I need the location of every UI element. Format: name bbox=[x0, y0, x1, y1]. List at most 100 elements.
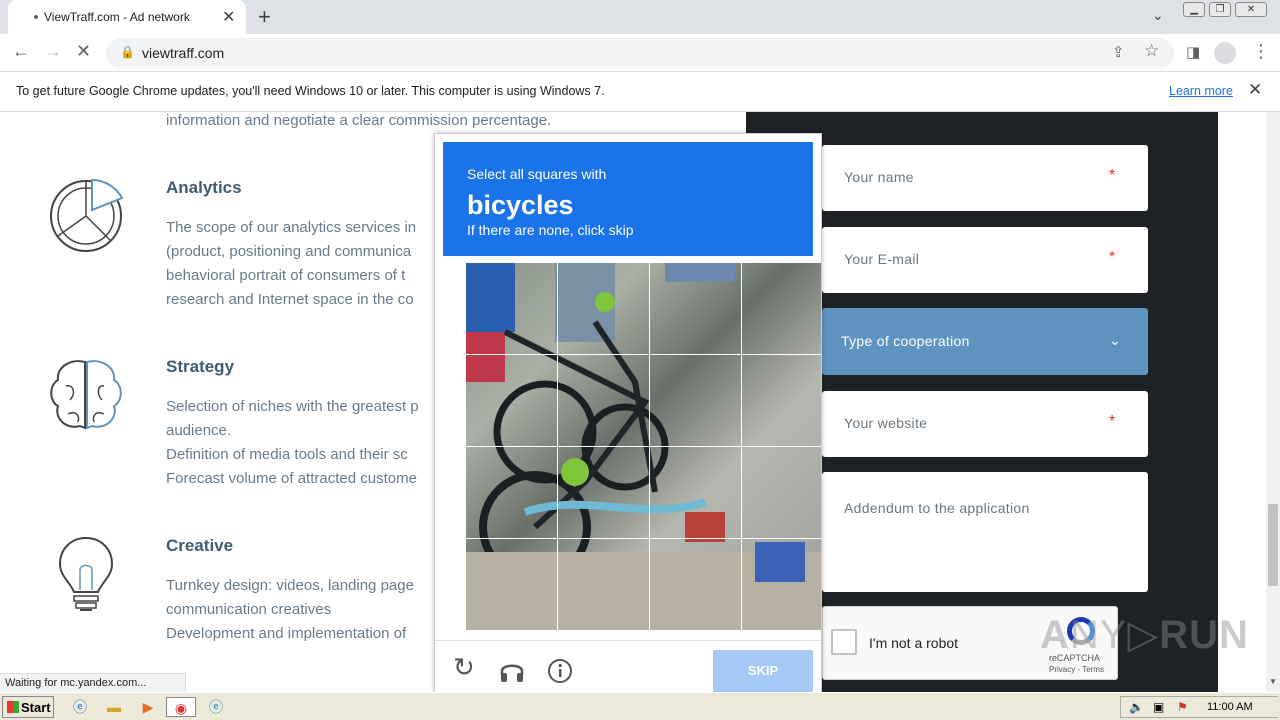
captcha-tile[interactable] bbox=[465, 446, 558, 539]
captcha-tile[interactable] bbox=[557, 354, 650, 447]
loading-icon bbox=[34, 15, 38, 19]
captcha-footer: ↻ SKIP bbox=[435, 640, 821, 692]
network-icon[interactable]: ▣ bbox=[1153, 700, 1164, 714]
section-title-analytics: Analytics bbox=[166, 178, 242, 197]
strategy-line: Forecast volume of attracted custome bbox=[166, 470, 417, 487]
system-tray: 🔈 ▣ ⚑ 11:00 AM bbox=[1120, 696, 1278, 718]
analytics-line: The scope of our analytics services in bbox=[166, 219, 417, 236]
chevron-down-icon: ⌄ bbox=[1109, 332, 1121, 348]
captcha-hint: If there are none, click skip bbox=[467, 222, 634, 238]
watermark-logo: ANY▷RUN bbox=[1040, 613, 1249, 657]
taskbar-clock[interactable]: 11:00 AM bbox=[1207, 701, 1253, 713]
restore-icon[interactable]: ❐ bbox=[1209, 2, 1231, 17]
captcha-tile[interactable] bbox=[557, 538, 650, 631]
captcha-tile[interactable] bbox=[741, 354, 821, 447]
strategy-line: Definition of media tools and their sc bbox=[166, 446, 408, 463]
captcha-tile[interactable] bbox=[649, 354, 742, 447]
infobar-close-icon[interactable]: ✕ bbox=[1248, 80, 1262, 100]
status-bubble: Waiting for mc.yandex.com... bbox=[0, 673, 186, 692]
info-icon[interactable] bbox=[547, 658, 573, 684]
captcha-instruction: Select all squares with bbox=[467, 166, 607, 182]
captcha-tile[interactable] bbox=[741, 262, 821, 355]
profile-avatar-icon[interactable] bbox=[1214, 42, 1236, 64]
captcha-tile[interactable] bbox=[465, 262, 558, 355]
captcha-tile[interactable] bbox=[649, 538, 742, 631]
scrollbar-thumb[interactable] bbox=[1268, 504, 1278, 586]
brain-icon bbox=[50, 360, 122, 430]
captcha-tile[interactable] bbox=[741, 446, 821, 539]
strategy-line: audience. bbox=[166, 422, 232, 439]
new-tab-icon[interactable]: + bbox=[258, 4, 271, 30]
learn-more-link[interactable]: Learn more bbox=[1169, 84, 1233, 98]
strategy-line: Selection of niches with the greatest p bbox=[166, 398, 419, 415]
tab-strip: ViewTraff.com - Ad network ✕ + ⌄ ▁ ❐ ✕ bbox=[0, 0, 1280, 34]
cooperation-type-select[interactable]: Type of cooperation ⌄ bbox=[822, 308, 1148, 375]
start-label: Start bbox=[21, 700, 51, 715]
cooperation-type-label: Type of cooperation bbox=[841, 333, 970, 349]
required-mark: * bbox=[1109, 167, 1116, 184]
name-placeholder: Your name bbox=[844, 169, 914, 185]
tab-title: ViewTraff.com - Ad network bbox=[44, 10, 190, 24]
url-text[interactable]: viewtraff.com bbox=[142, 45, 224, 61]
chrome-taskbar-icon[interactable]: ◉ bbox=[166, 697, 196, 717]
tab-search-icon[interactable]: ⌄ bbox=[1152, 7, 1164, 24]
name-field[interactable]: Your name * bbox=[822, 145, 1148, 211]
volume-icon[interactable]: 🔈 bbox=[1129, 700, 1144, 714]
forward-icon[interactable]: → bbox=[44, 41, 62, 62]
edge-icon[interactable]: ⓔ bbox=[204, 697, 228, 717]
captcha-tile[interactable] bbox=[741, 538, 821, 631]
captcha-image-grid bbox=[465, 262, 821, 631]
captcha-challenge: Select all squares with bicycles If ther… bbox=[434, 133, 822, 693]
captcha-tile[interactable] bbox=[649, 446, 742, 539]
page-scrollbar[interactable]: ▼ bbox=[1266, 112, 1280, 692]
browser-toolbar: ← → ✕ 🔒 viewtraff.com ⇪ ☆ ◨ ⋮ bbox=[0, 34, 1280, 72]
tab-close-icon[interactable]: ✕ bbox=[222, 7, 235, 27]
recaptcha-checkbox[interactable] bbox=[831, 629, 857, 655]
addendum-textarea[interactable]: Addendum to the application bbox=[822, 472, 1148, 592]
share-icon[interactable]: ⇪ bbox=[1112, 43, 1125, 61]
website-field[interactable]: Your website * bbox=[822, 391, 1148, 457]
analytics-line: research and Internet space in the co bbox=[166, 291, 414, 308]
side-panel-icon[interactable]: ◨ bbox=[1186, 43, 1200, 61]
reload-icon[interactable]: ↻ bbox=[453, 652, 475, 683]
email-field[interactable]: Your E-mail * bbox=[822, 227, 1148, 293]
skip-button[interactable]: SKIP bbox=[713, 650, 813, 692]
captcha-tile[interactable] bbox=[465, 354, 558, 447]
infobar-message: To get future Google Chrome updates, you… bbox=[16, 84, 605, 98]
explorer-folder-icon[interactable]: ▬ bbox=[102, 697, 126, 717]
captcha-tile[interactable] bbox=[649, 262, 742, 355]
pie-chart-icon bbox=[50, 178, 124, 252]
recaptcha-terms-link[interactable]: Privacy - Terms bbox=[1049, 665, 1104, 674]
website-placeholder: Your website bbox=[844, 415, 928, 431]
windows-logo-icon bbox=[7, 701, 19, 713]
media-player-icon[interactable]: ▶ bbox=[136, 697, 160, 717]
action-center-icon[interactable]: ⚑ bbox=[1177, 700, 1188, 714]
browser-tab[interactable]: ViewTraff.com - Ad network ✕ bbox=[8, 0, 246, 34]
address-bar[interactable]: 🔒 viewtraff.com ⇪ ☆ bbox=[106, 38, 1174, 68]
addendum-placeholder: Addendum to the application bbox=[844, 500, 1030, 516]
captcha-tile[interactable] bbox=[557, 262, 650, 355]
captcha-tile[interactable] bbox=[557, 446, 650, 539]
update-infobar: To get future Google Chrome updates, you… bbox=[0, 72, 1280, 112]
lightbulb-icon bbox=[58, 536, 114, 611]
stop-loading-icon[interactable]: ✕ bbox=[76, 41, 91, 62]
recaptcha-label: I'm not a robot bbox=[869, 635, 959, 651]
headphones-icon[interactable] bbox=[499, 659, 525, 683]
required-mark: * bbox=[1109, 413, 1116, 430]
creative-line: Turnkey design: videos, landing page bbox=[166, 577, 414, 594]
section-title-strategy: Strategy bbox=[166, 357, 235, 376]
ie-icon[interactable]: ⓔ bbox=[68, 697, 92, 717]
captcha-tile[interactable] bbox=[465, 538, 558, 631]
minimize-icon[interactable]: ▁ bbox=[1183, 2, 1205, 17]
window-close-icon[interactable]: ✕ bbox=[1235, 2, 1267, 17]
start-button[interactable]: Start bbox=[2, 696, 54, 718]
lock-icon[interactable]: 🔒 bbox=[120, 45, 135, 59]
section-title-creative: Creative bbox=[166, 536, 234, 555]
analytics-line: (product, positioning and communica bbox=[166, 243, 412, 260]
scroll-down-arrow-icon[interactable]: ▼ bbox=[1269, 677, 1277, 686]
intro-text: information and negotiate a clear commis… bbox=[166, 112, 552, 129]
bookmark-star-icon[interactable]: ☆ bbox=[1144, 41, 1159, 61]
captcha-target: bicycles bbox=[467, 190, 574, 220]
back-icon[interactable]: ← bbox=[12, 41, 30, 62]
menu-kebab-icon[interactable]: ⋮ bbox=[1252, 41, 1270, 62]
